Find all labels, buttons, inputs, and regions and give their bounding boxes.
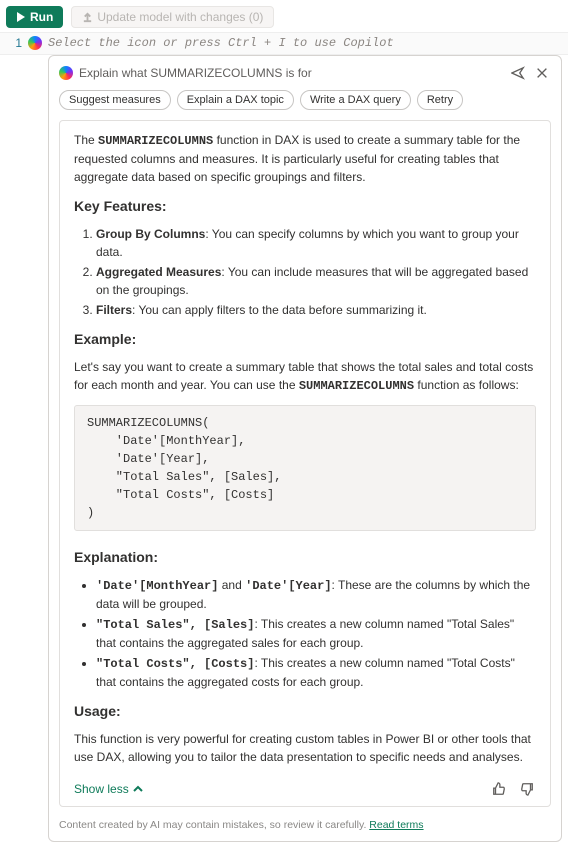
heading-explanation: Explanation: — [74, 547, 536, 568]
usage-text: This function is very powerful for creat… — [74, 730, 536, 766]
upload-icon — [82, 12, 93, 23]
prompt-input[interactable] — [79, 66, 503, 80]
editor-placeholder: Select the icon or press Ctrl + I to use… — [48, 36, 560, 50]
chip-suggest-measures[interactable]: Suggest measures — [59, 90, 171, 110]
explain-item: "Total Costs", [Costs]: This creates a n… — [96, 654, 536, 691]
chip-write-dax-query[interactable]: Write a DAX query — [300, 90, 411, 110]
thumbs-down-icon — [520, 782, 534, 796]
line-number: 1 — [6, 36, 22, 50]
function-name: SUMMARIZECOLUMNS — [299, 379, 414, 393]
copilot-icon — [28, 36, 42, 50]
heading-usage: Usage: — [74, 701, 536, 722]
function-name: SUMMARIZECOLUMNS — [98, 134, 213, 148]
feature-item: Aggregated Measures: You can include mea… — [96, 263, 536, 299]
text: function as follows: — [414, 378, 519, 392]
ai-disclaimer: Content created by AI may contain mistak… — [49, 815, 561, 841]
read-terms-link[interactable]: Read terms — [369, 819, 423, 831]
show-less-label: Show less — [74, 780, 129, 798]
chip-retry[interactable]: Retry — [417, 90, 463, 110]
code-block: SUMMARIZECOLUMNS( 'Date'[MonthYear], 'Da… — [74, 405, 536, 531]
update-label: Update model with changes (0) — [97, 10, 263, 24]
send-button[interactable] — [509, 64, 527, 82]
chevron-up-icon — [133, 784, 143, 794]
explain-item: "Total Sales", [Sales]: This creates a n… — [96, 615, 536, 652]
explain-item: 'Date'[MonthYear] and 'Date'[Year]: Thes… — [96, 576, 536, 613]
response-content: The SUMMARIZECOLUMNS function in DAX is … — [59, 120, 551, 807]
show-less-toggle[interactable]: Show less — [74, 780, 143, 798]
thumbs-down-button[interactable] — [518, 780, 536, 798]
disclaimer-text: Content created by AI may contain mistak… — [59, 819, 369, 831]
thumbs-up-button[interactable] — [490, 780, 508, 798]
update-model-button: Update model with changes (0) — [71, 6, 274, 28]
close-icon — [535, 66, 549, 80]
run-button[interactable]: Run — [6, 6, 63, 28]
run-label: Run — [30, 10, 53, 24]
feature-item: Group By Columns: You can specify column… — [96, 225, 536, 261]
editor-line[interactable]: 1 Select the icon or press Ctrl + I to u… — [0, 32, 568, 55]
feature-item: Filters: You can apply filters to the da… — [96, 301, 536, 319]
thumbs-up-icon — [492, 782, 506, 796]
heading-example: Example: — [74, 329, 536, 350]
send-icon — [511, 66, 525, 80]
close-button[interactable] — [533, 64, 551, 82]
play-icon — [16, 12, 26, 22]
copilot-panel: Suggest measures Explain a DAX topic Wri… — [48, 55, 562, 842]
copilot-icon — [59, 66, 73, 80]
heading-features: Key Features: — [74, 196, 536, 217]
chip-explain-dax-topic[interactable]: Explain a DAX topic — [177, 90, 294, 110]
text: The — [74, 133, 98, 147]
